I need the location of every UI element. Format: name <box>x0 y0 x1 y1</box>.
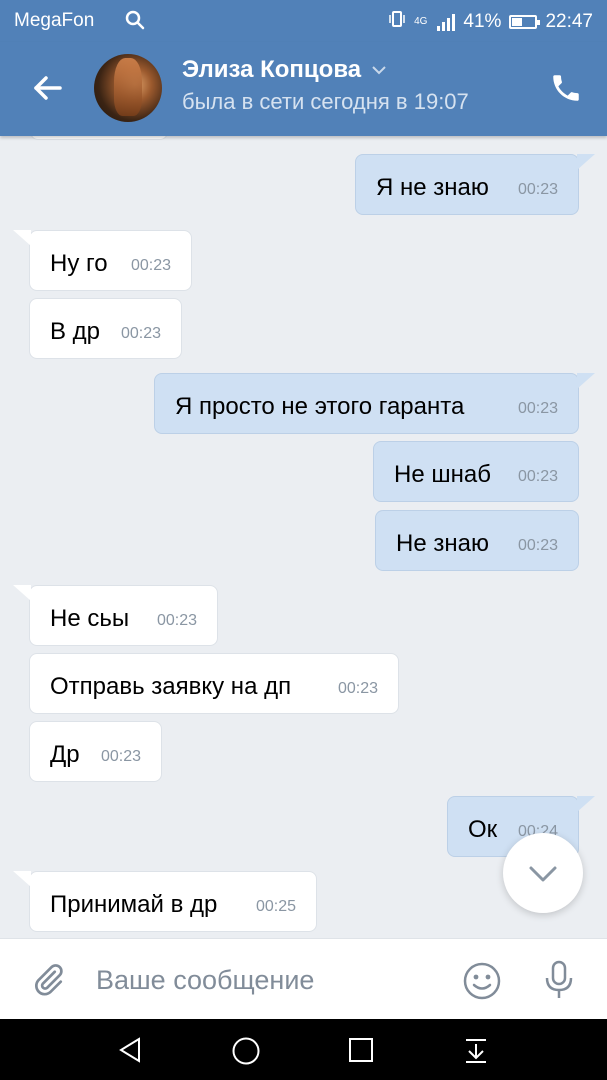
message-bubble-incoming[interactable]: Принимай в др 00:25 <box>13 871 317 932</box>
message-bubble-incoming[interactable]: Не сьы 00:23 <box>13 585 218 646</box>
message-time: 00:23 <box>100 748 141 765</box>
message-time: 00:25 <box>255 898 296 915</box>
message-composer: Ваше сообщение <box>0 938 607 1019</box>
message-time: 00:23 <box>120 325 161 342</box>
message-input[interactable]: Ваше сообщение <box>96 965 314 996</box>
message-text: Не знаю <box>396 530 489 557</box>
message-text: Ну го <box>50 250 108 277</box>
message-bubble-incoming[interactable]: В др 00:23 <box>29 298 182 359</box>
message-bubble-outgoing[interactable]: Не знаю 00:23 <box>375 510 579 571</box>
notification-pulldown-icon[interactable] <box>462 1036 490 1069</box>
message-text: Не сьы <box>50 605 130 632</box>
message-text: Др <box>50 741 80 768</box>
message-text: Не шнаб <box>394 461 491 488</box>
recent-apps-square-icon[interactable] <box>347 1036 375 1069</box>
contact-title[interactable]: Элиза Копцова <box>182 56 387 84</box>
contact-name: Элиза Копцова <box>182 56 362 83</box>
message-time: 00:23 <box>130 257 171 274</box>
message-time: 00:23 <box>517 537 558 554</box>
message-bubble-incoming[interactable]: Ну го 00:23 <box>13 230 192 291</box>
message-text: Ок <box>468 816 498 843</box>
back-arrow-icon[interactable] <box>30 70 66 106</box>
clock: 22:47 <box>545 10 593 32</box>
avatar[interactable] <box>94 54 162 122</box>
search-icon <box>124 9 146 37</box>
message-text: Принимай в др <box>50 891 218 918</box>
message-time: 00:23 <box>337 680 378 697</box>
message-text: Я просто не этого гаранта <box>175 393 465 420</box>
message-bubble-incoming[interactable]: Др 00:23 <box>29 721 162 782</box>
back-triangle-icon[interactable] <box>117 1036 145 1069</box>
chevron-down-icon <box>371 62 387 78</box>
emoji-icon[interactable] <box>462 961 502 1006</box>
phone-call-icon[interactable] <box>549 71 583 105</box>
home-circle-icon[interactable] <box>231 1036 261 1071</box>
signal-icon <box>437 13 456 31</box>
message-time: 00:23 <box>517 181 558 198</box>
battery-percent: 41% <box>463 10 502 32</box>
chevron-down-icon <box>529 866 557 882</box>
battery-icon <box>509 14 541 29</box>
attach-paperclip-icon[interactable] <box>30 961 66 1004</box>
system-navigation-bar <box>0 1019 607 1080</box>
message-text: Я не знаю <box>376 174 489 201</box>
message-bubble-outgoing[interactable]: Не шнаб 00:23 <box>373 441 579 502</box>
microphone-icon[interactable] <box>540 959 578 1006</box>
message-time: 00:23 <box>517 400 558 417</box>
carrier-label: MegaFon <box>14 10 95 31</box>
message-list[interactable]: Я не знаю 00:23 Ну го 00:23 В др 00:23 Я… <box>0 136 607 938</box>
message-bubble-outgoing[interactable]: Я просто не этого гаранта 00:23 <box>154 373 595 434</box>
message-text: В др <box>50 318 101 345</box>
last-seen-status: была в сети сегодня в 19:07 <box>182 89 469 114</box>
message-bubble-outgoing[interactable]: Я не знаю 00:23 <box>355 154 595 215</box>
status-bar: MegaFon 4G 41% 22:47 <box>0 0 607 42</box>
message-bubble-incoming[interactable]: Отправь заявку на дп 00:23 <box>29 653 399 714</box>
message-bubble-partial <box>30 136 168 140</box>
vibrate-icon <box>388 10 406 33</box>
message-text: Отправь заявку на дп <box>50 673 292 700</box>
message-time: 00:23 <box>156 612 197 629</box>
chat-header: Элиза Копцова была в сети сегодня в 19:0… <box>0 42 607 136</box>
scroll-to-bottom-button[interactable] <box>503 833 583 913</box>
network-type: 4G <box>414 15 428 27</box>
message-time: 00:23 <box>517 468 558 485</box>
